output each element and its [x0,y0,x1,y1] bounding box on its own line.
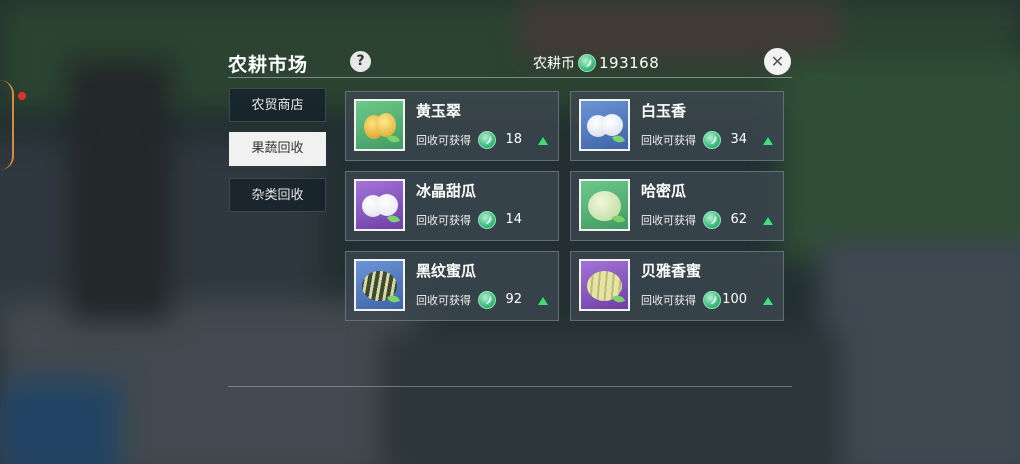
ice-melon-icon [354,179,405,231]
reward-amount: 100 [722,292,747,307]
white-melon-icon [579,99,630,151]
footer-divider [228,386,792,387]
recycle-hint: 回收可获得 [641,134,696,147]
header-divider [228,77,792,78]
item-name: 白玉香 [641,102,687,120]
close-button[interactable]: ✕ [764,48,791,75]
recycle-hint: 回收可获得 [641,294,696,307]
tab-misc-recycle[interactable]: 杂类回收 [229,178,326,212]
reward-amount: 14 [505,212,522,227]
hami-melon-icon [579,179,630,231]
item-card-beiya-honey[interactable]: 贝雅香蜜 回收可获得 100 [570,251,784,321]
item-card-yellow-jade[interactable]: 黄玉翠 回收可获得 18 [345,91,559,161]
item-name: 黄玉翠 [416,102,462,120]
cream-melon-icon [579,259,630,311]
recycle-hint: 回收可获得 [416,294,471,307]
recycle-hint: 回收可获得 [416,134,471,147]
reward-amount: 92 [505,292,522,307]
item-card-white-jade[interactable]: 白玉香 回收可获得 34 [570,91,784,161]
help-button[interactable]: ? [350,51,371,72]
item-name: 冰晶甜瓜 [416,182,477,200]
side-menu-edge[interactable] [0,80,14,170]
item-card-ice-melon[interactable]: 冰晶甜瓜 回收可获得 14 [345,171,559,241]
coin-icon [478,211,496,229]
price-up-arrow-icon [538,297,548,305]
coin-icon [578,54,596,72]
coin-icon [478,131,496,149]
price-up-arrow-icon [763,137,773,145]
item-name: 哈密瓜 [641,182,687,200]
tab-produce-recycle[interactable]: 果蔬回收 [229,132,326,166]
reward-amount: 18 [505,132,522,147]
price-up-arrow-icon [763,297,773,305]
currency-label: 农耕币 [533,56,575,72]
currency-display: 农耕币 193168 [533,53,659,73]
recycle-hint: 回收可获得 [416,214,471,227]
reward-amount: 62 [730,212,747,227]
notification-dot [18,92,26,100]
recycle-hint: 回收可获得 [641,214,696,227]
item-name: 贝雅香蜜 [641,262,702,280]
panel-title: 农耕市场 [228,54,309,76]
price-up-arrow-icon [538,137,548,145]
coin-icon [703,211,721,229]
striped-melon-icon [354,259,405,311]
item-name: 黑纹蜜瓜 [416,262,477,280]
coin-icon [703,291,721,309]
price-up-arrow-icon [763,217,773,225]
tab-farm-shop[interactable]: 农贸商店 [229,88,326,122]
currency-amount: 193168 [599,54,660,72]
item-card-black-stripe-melon[interactable]: 黑纹蜜瓜 回收可获得 92 [345,251,559,321]
reward-amount: 34 [730,132,747,147]
coin-icon [478,291,496,309]
item-card-hami-melon[interactable]: 哈密瓜 回收可获得 62 [570,171,784,241]
yellow-melon-icon [354,99,405,151]
coin-icon [703,131,721,149]
